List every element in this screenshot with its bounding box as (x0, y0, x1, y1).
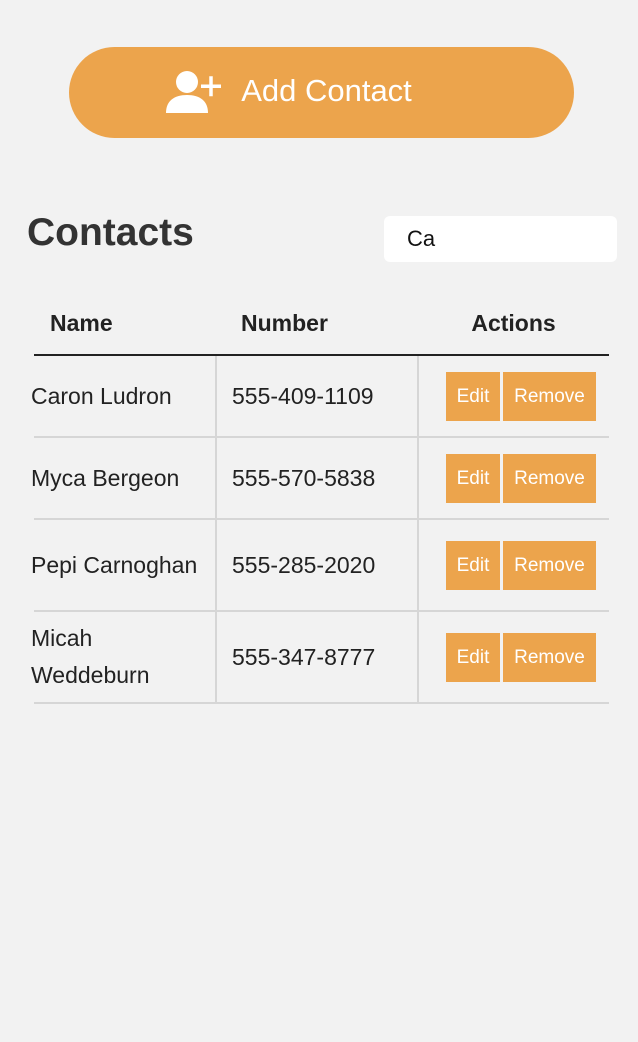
column-header-number: Number (216, 292, 418, 356)
contact-number: 555-285-2020 (215, 519, 418, 612)
column-header-name: Name (34, 292, 216, 356)
contact-number: 555-347-8777 (215, 611, 418, 704)
edit-button[interactable]: Edit (446, 632, 500, 682)
remove-button[interactable]: Remove (503, 453, 596, 503)
table-row: Pepi Carnoghan 555-285-2020 Edit Remove (31, 519, 609, 612)
column-header-actions: Actions (418, 292, 609, 356)
table-row: Caron Ludron 555-409-1109 Edit Remove (31, 355, 609, 438)
page-title: Contacts (27, 211, 194, 254)
row-actions: Edit Remove (417, 355, 609, 438)
contact-name: Pepi Carnoghan (31, 519, 213, 612)
add-contact-label: Add Contact (241, 73, 412, 108)
contacts-table: Name Number Actions Caron Ludron 555-409… (31, 292, 609, 704)
row-actions: Edit Remove (417, 611, 609, 704)
table-header-row: Name Number Actions (34, 292, 609, 356)
remove-button[interactable]: Remove (503, 371, 596, 421)
contact-number: 555-409-1109 (215, 355, 418, 438)
row-actions: Edit Remove (417, 519, 609, 612)
remove-button[interactable]: Remove (503, 540, 596, 590)
contact-name: Caron Ludron (31, 355, 213, 438)
table-row: Micah Weddeburn 555-347-8777 Edit Remove (31, 611, 609, 704)
contact-name: Myca Bergeon (31, 437, 213, 520)
row-actions: Edit Remove (417, 437, 609, 520)
add-contact-button[interactable]: Add Contact (69, 47, 574, 138)
edit-button[interactable]: Edit (446, 453, 500, 503)
remove-button[interactable]: Remove (503, 632, 596, 682)
edit-button[interactable]: Edit (446, 371, 500, 421)
contact-name: Micah Weddeburn (31, 611, 213, 704)
contact-number: 555-570-5838 (215, 437, 418, 520)
edit-button[interactable]: Edit (446, 540, 500, 590)
search-input[interactable] (384, 216, 617, 262)
table-row: Myca Bergeon 555-570-5838 Edit Remove (31, 437, 609, 520)
